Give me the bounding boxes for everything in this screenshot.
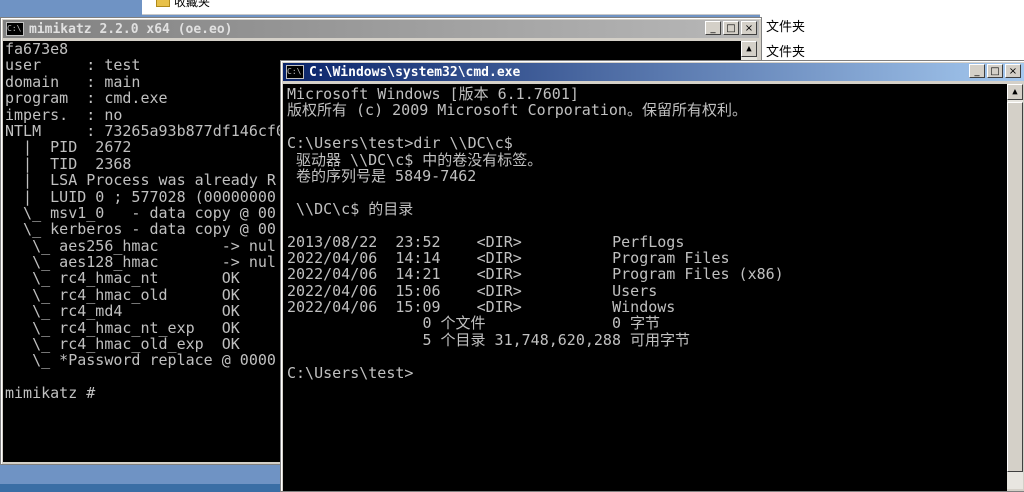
mimikatz-window-title: mimikatz 2.2.0 x64 (oe.eo) xyxy=(29,21,233,37)
minimize-button[interactable]: _ xyxy=(705,21,721,35)
close-button[interactable]: × xyxy=(741,21,757,35)
cmd-window-title: C:\Windows\system32\cmd.exe xyxy=(309,64,521,80)
console-line: C:\Users\test> xyxy=(287,363,414,382)
cmd-scrollbar[interactable]: ▲ xyxy=(1007,84,1023,489)
console-line: 2022/04/06 14:14 <DIR> Program Files xyxy=(287,248,730,267)
scroll-up-arrow-icon[interactable]: ▲ xyxy=(1007,84,1023,100)
cmd-console-output[interactable]: Microsoft Windows [版本 6.1.7601] 版权所有 (c) … xyxy=(283,84,1007,491)
console-line: C:\Users\test>dir \\DC\c$ xyxy=(287,134,513,153)
console-line: fa673e8 xyxy=(5,41,69,58)
console-line: 版权所有 (c) 2009 Microsoft Corporation。保留所有… xyxy=(287,101,747,120)
console-app-icon: C:\ xyxy=(6,22,24,36)
maximize-button[interactable]: □ xyxy=(987,64,1003,78)
folder-type-label[interactable]: 文件夹 xyxy=(766,41,805,60)
console-line: \\DC\c$ 的目录 xyxy=(287,199,414,218)
console-line: Microsoft Windows [版本 6.1.7601] xyxy=(287,85,579,103)
console-line: 卷的序列号是 5849-7462 xyxy=(287,166,477,185)
console-app-icon: C:\ xyxy=(286,65,304,79)
minimize-button[interactable]: _ xyxy=(969,64,985,78)
console-line: 2013/08/22 23:52 <DIR> PerfLogs xyxy=(287,232,685,251)
favorites-folder-icon xyxy=(156,0,170,7)
close-button[interactable]: × xyxy=(1005,64,1021,78)
console-line: 2022/04/06 15:09 <DIR> Windows xyxy=(287,298,676,317)
console-line: 2022/04/06 14:21 <DIR> Program Files (x8… xyxy=(287,265,784,284)
console-line: 5 个目录 31,748,620,288 可用字节 xyxy=(287,330,691,349)
console-line: 2022/04/06 15:06 <DIR> Users xyxy=(287,281,658,300)
scroll-up-arrow-icon[interactable]: ▲ xyxy=(741,41,757,57)
explorer-nav-item-favorites[interactable]: 收藏夹 xyxy=(174,0,210,10)
mimikatz-titlebar[interactable]: C:\ mimikatz 2.2.0 x64 (oe.eo) _ □ × xyxy=(3,20,759,38)
maximize-button[interactable]: □ xyxy=(723,21,739,35)
cmd-window[interactable]: C:\ C:\Windows\system32\cmd.exe _ □ × Mi… xyxy=(280,60,1024,492)
console-line: 0 个文件 0 字节 xyxy=(287,314,661,333)
cmd-titlebar[interactable]: C:\ C:\Windows\system32\cmd.exe _ □ × xyxy=(283,63,1024,81)
scroll-thumb[interactable] xyxy=(1007,102,1023,472)
console-line: 驱动器 \\DC\c$ 中的卷没有标签。 xyxy=(287,150,543,169)
folder-type-label[interactable]: 文件夹 xyxy=(766,16,805,35)
